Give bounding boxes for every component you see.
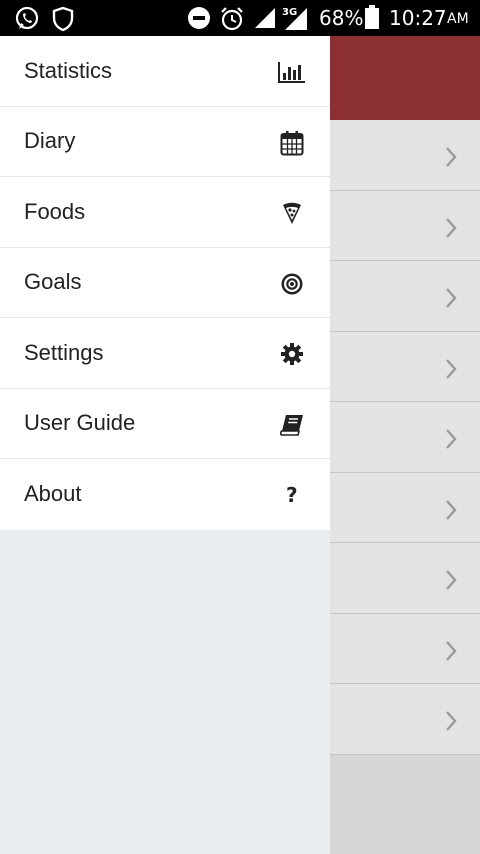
dnd-icon <box>187 6 211 35</box>
pizza-icon <box>278 200 306 226</box>
menu-item-label: Diary <box>24 128 76 154</box>
bar-chart-icon <box>278 59 306 85</box>
menu-item-goals[interactable]: Goals <box>0 248 330 318</box>
menu-item-label: Settings <box>24 339 104 365</box>
menu-item-label: User Guide <box>24 410 136 436</box>
chevron-right-icon <box>444 358 458 385</box>
chevron-right-icon <box>444 499 458 526</box>
chevron-right-icon <box>444 569 458 596</box>
network-signal-icon: 3G <box>281 4 309 37</box>
gear-icon <box>278 341 306 367</box>
menu-item-settings[interactable]: Settings <box>0 318 330 389</box>
battery-percent: 68% <box>319 6 364 30</box>
calendar-icon <box>278 130 306 156</box>
battery-icon <box>365 5 379 34</box>
menu-item-user-guide[interactable]: User Guide <box>0 389 330 459</box>
book-icon <box>278 412 306 438</box>
alarm-icon <box>219 6 245 37</box>
menu-item-statistics[interactable]: Statistics <box>0 36 330 107</box>
svg-text:?: ? <box>286 484 298 506</box>
menu-item-label: Goals <box>24 269 82 295</box>
clock-time: 10:27 <box>389 6 447 30</box>
menu-item-about[interactable]: About ? <box>0 459 330 530</box>
signal-icon <box>253 6 277 35</box>
drawer-menu: Statistics Diary Foods Goals Settings Us… <box>0 36 330 530</box>
target-icon <box>278 271 306 297</box>
menu-item-label: About <box>24 481 82 507</box>
menu-item-label: Statistics <box>24 57 113 83</box>
chevron-right-icon <box>444 710 458 737</box>
chevron-right-icon <box>444 287 458 314</box>
network-type-label: 3G <box>282 7 297 18</box>
chevron-right-icon <box>444 428 458 455</box>
chevron-right-icon <box>444 640 458 667</box>
status-bar: 3G 68% 10:27 AM <box>0 0 480 36</box>
chevron-right-icon <box>444 146 458 173</box>
navigation-drawer: Statistics Diary Foods Goals Settings Us… <box>0 36 330 854</box>
whatsapp-icon <box>14 6 40 37</box>
menu-item-diary[interactable]: Diary <box>0 107 330 177</box>
menu-item-foods[interactable]: Foods <box>0 177 330 248</box>
clock-ampm: AM <box>447 11 469 27</box>
menu-item-label: Foods <box>24 198 86 224</box>
chevron-right-icon <box>444 217 458 244</box>
shield-icon <box>52 6 74 37</box>
question-icon: ? <box>278 482 306 508</box>
